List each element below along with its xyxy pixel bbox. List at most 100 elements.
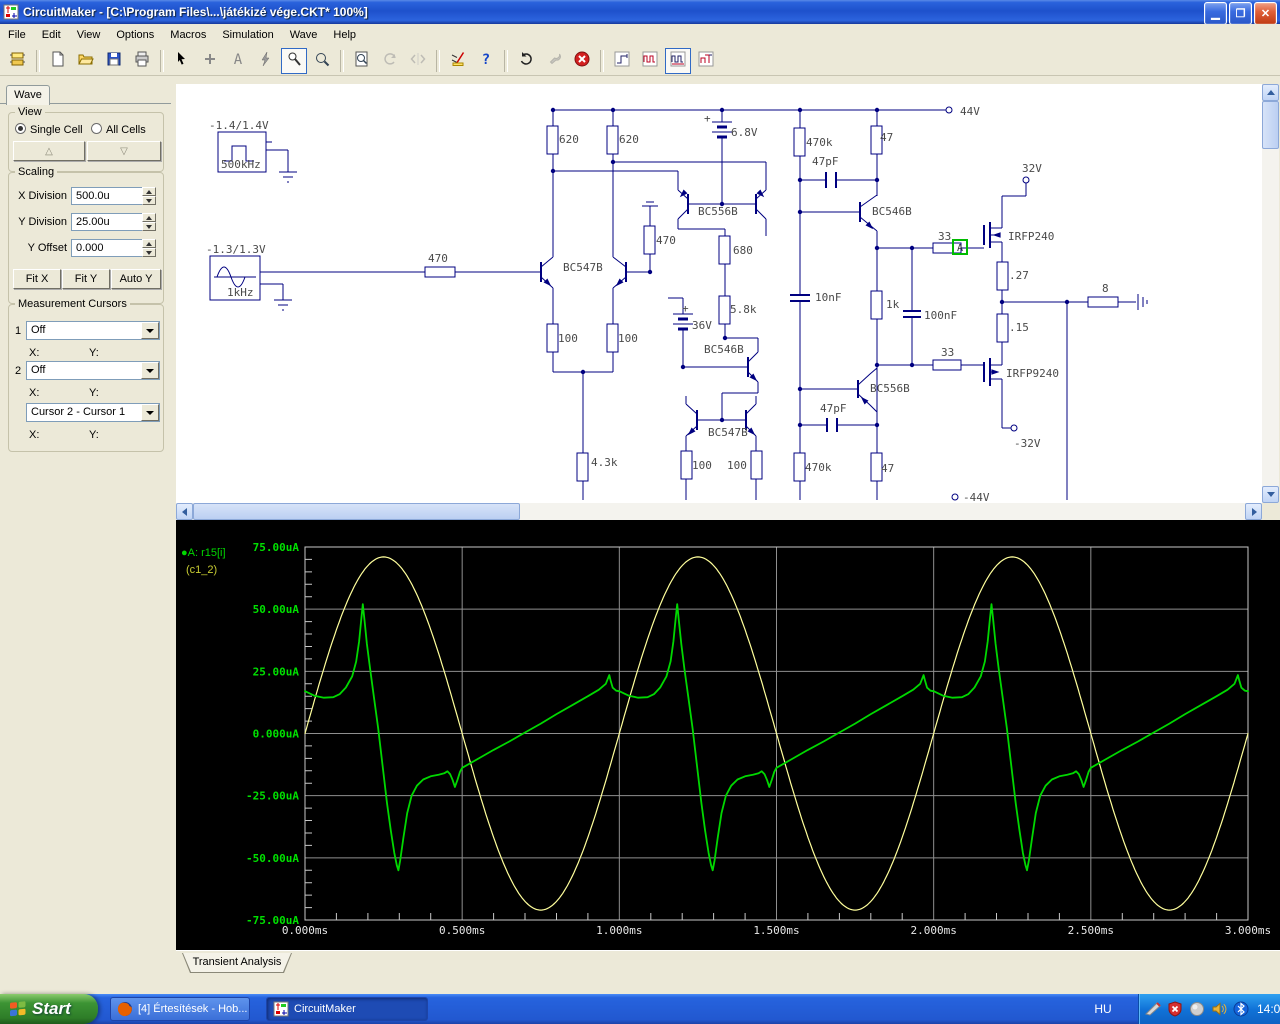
analysis-tab-strip: Transient Analysis (176, 950, 1280, 977)
delete-button[interactable] (253, 48, 279, 74)
sim-setup-button[interactable] (445, 48, 471, 74)
update-orb-icon[interactable] (1186, 1001, 1205, 1017)
waveform-panel: ●A: r15[i] (c1_2) 75.00uA 50.00uA 25.00uA 0… (176, 520, 1280, 950)
auto-y-button[interactable]: Auto Y (111, 269, 161, 289)
restore-button[interactable]: ❐ (1229, 2, 1252, 25)
cursor2-select[interactable]: Off (26, 361, 160, 380)
wire-button[interactable] (197, 48, 223, 74)
fit-x-button[interactable]: Fit X (13, 269, 61, 289)
scope-mixed-button[interactable] (665, 47, 691, 74)
dropdown-arrow-icon[interactable] (141, 404, 159, 421)
menu-simulation[interactable]: Simulation (214, 26, 281, 44)
svg-text:50.00uA: 50.00uA (253, 603, 300, 616)
y-offset-input[interactable]: 0.000 (71, 239, 143, 257)
y-division-spinner[interactable] (142, 213, 156, 231)
tab-wave[interactable]: Wave (6, 85, 50, 105)
schematic-horizontal-scrollbar[interactable] (176, 503, 1262, 520)
svg-text:-1.4/1.4V: -1.4/1.4V (209, 119, 269, 132)
svg-text:1.000ms: 1.000ms (596, 924, 642, 937)
minimize-button[interactable]: ▁ (1204, 2, 1227, 25)
svg-text:BC556B: BC556B (870, 382, 910, 395)
bluetooth-icon[interactable] (1230, 1001, 1249, 1017)
help-icon: ? (478, 51, 494, 70)
cursor1-select[interactable]: Off (26, 321, 160, 340)
horizontal-scroll-thumb[interactable] (193, 503, 520, 520)
cell-up-button[interactable]: △ (13, 141, 85, 161)
svg-text:47pF: 47pF (812, 155, 839, 168)
menu-view[interactable]: View (69, 26, 109, 44)
vertical-scroll-thumb[interactable] (1262, 101, 1279, 149)
cell-down-button[interactable]: ▽ (87, 141, 161, 161)
pen-tablet-icon[interactable] (1142, 1001, 1161, 1017)
x-division-input[interactable]: 500.0u (71, 187, 143, 205)
volume-icon[interactable] (1208, 1001, 1227, 1017)
open-button[interactable] (73, 48, 99, 74)
menu-wave[interactable]: Wave (282, 26, 326, 44)
svg-text:BC546B: BC546B (704, 343, 744, 356)
scope-step-button[interactable] (609, 48, 635, 74)
text-button[interactable]: A (225, 48, 251, 74)
fit-y-button[interactable]: Fit Y (62, 269, 110, 289)
cursor1-y-label: Y: (89, 347, 99, 359)
y-offset-label: Y Offset (27, 242, 67, 254)
radio-all-cells[interactable]: All Cells (91, 123, 146, 136)
svg-text:.27: .27 (1009, 269, 1029, 282)
language-indicator[interactable]: HU (1086, 994, 1120, 1024)
stop-button[interactable] (569, 48, 595, 74)
save-button[interactable] (101, 48, 127, 74)
svg-text:2.500ms: 2.500ms (1068, 924, 1114, 937)
title-bar[interactable]: CircuitMaker - [C:\Program Files\...\ját… (0, 0, 1280, 25)
toolbar-separator (504, 49, 508, 72)
scope-square-button[interactable] (637, 48, 663, 74)
menu-help[interactable]: Help (325, 26, 364, 44)
scroll-right-icon[interactable] (1245, 503, 1262, 520)
svg-text:3.000ms: 3.000ms (1225, 924, 1271, 937)
mirror-button[interactable] (405, 48, 431, 74)
menu-options[interactable]: Options (108, 26, 162, 44)
start-button[interactable]: Start (0, 994, 98, 1024)
up-triangle-icon: △ (45, 145, 53, 157)
down-triangle-icon: ▽ (120, 145, 128, 157)
security-shield-icon[interactable] (1164, 1001, 1183, 1017)
y-division-input[interactable]: 25.00u (71, 213, 143, 231)
scroll-down-icon[interactable] (1262, 486, 1279, 503)
windows-flag-icon (10, 1001, 26, 1017)
probe-button[interactable] (281, 47, 307, 74)
y-offset-spinner[interactable] (142, 239, 156, 257)
dropdown-arrow-icon[interactable] (141, 362, 159, 379)
help-button[interactable]: ? (473, 48, 499, 74)
x-division-spinner[interactable] (142, 187, 156, 205)
taskbar-clock[interactable]: 14:07 (1257, 1002, 1280, 1016)
cursor-diff-select[interactable]: Cursor 2 - Cursor 1 (26, 403, 160, 422)
schematic-canvas[interactable]: A -1.4/1.4V 500kHz -1.3/1.3V 1kHz 470 620 620 +6… (176, 84, 1262, 503)
radio-single-cell[interactable]: Single Cell (15, 123, 83, 136)
dropdown-arrow-icon[interactable] (141, 322, 159, 339)
scaling-group: Scaling X Division 500.0u Y Division 25.… (8, 166, 164, 304)
status-strip (172, 976, 1280, 994)
menu-edit[interactable]: Edit (34, 26, 69, 44)
new-button[interactable] (45, 48, 71, 74)
parts-button[interactable] (5, 48, 31, 74)
close-button[interactable]: ✕ (1254, 2, 1277, 25)
zoom-page-button[interactable] (349, 48, 375, 74)
select-button[interactable] (169, 48, 195, 74)
tab-transient-analysis[interactable]: Transient Analysis (182, 953, 292, 973)
svg-text:100nF: 100nF (924, 309, 957, 322)
scope-digital-button[interactable] (693, 48, 719, 74)
schematic-vertical-scrollbar[interactable] (1262, 84, 1279, 503)
menu-file[interactable]: File (0, 26, 34, 44)
reset-button[interactable] (513, 48, 539, 74)
menu-macros[interactable]: Macros (162, 26, 214, 44)
radio-single-cell-icon (15, 123, 26, 134)
scroll-up-icon[interactable] (1262, 84, 1279, 101)
taskbar: Start [4] Értesítések - Hob... CircuitMak… (0, 994, 1280, 1024)
zoom-button[interactable] (309, 48, 335, 74)
rotate-button[interactable] (377, 48, 403, 74)
svg-text:0.000ms: 0.000ms (282, 924, 328, 937)
y-division-label: Y Division (18, 216, 67, 228)
tools-button[interactable] (541, 48, 567, 74)
task-circuitmaker[interactable]: CircuitMaker (266, 997, 428, 1021)
print-button[interactable] (129, 48, 155, 74)
scroll-left-icon[interactable] (176, 503, 193, 520)
task-firefox[interactable]: [4] Értesítések - Hob... (110, 997, 250, 1021)
